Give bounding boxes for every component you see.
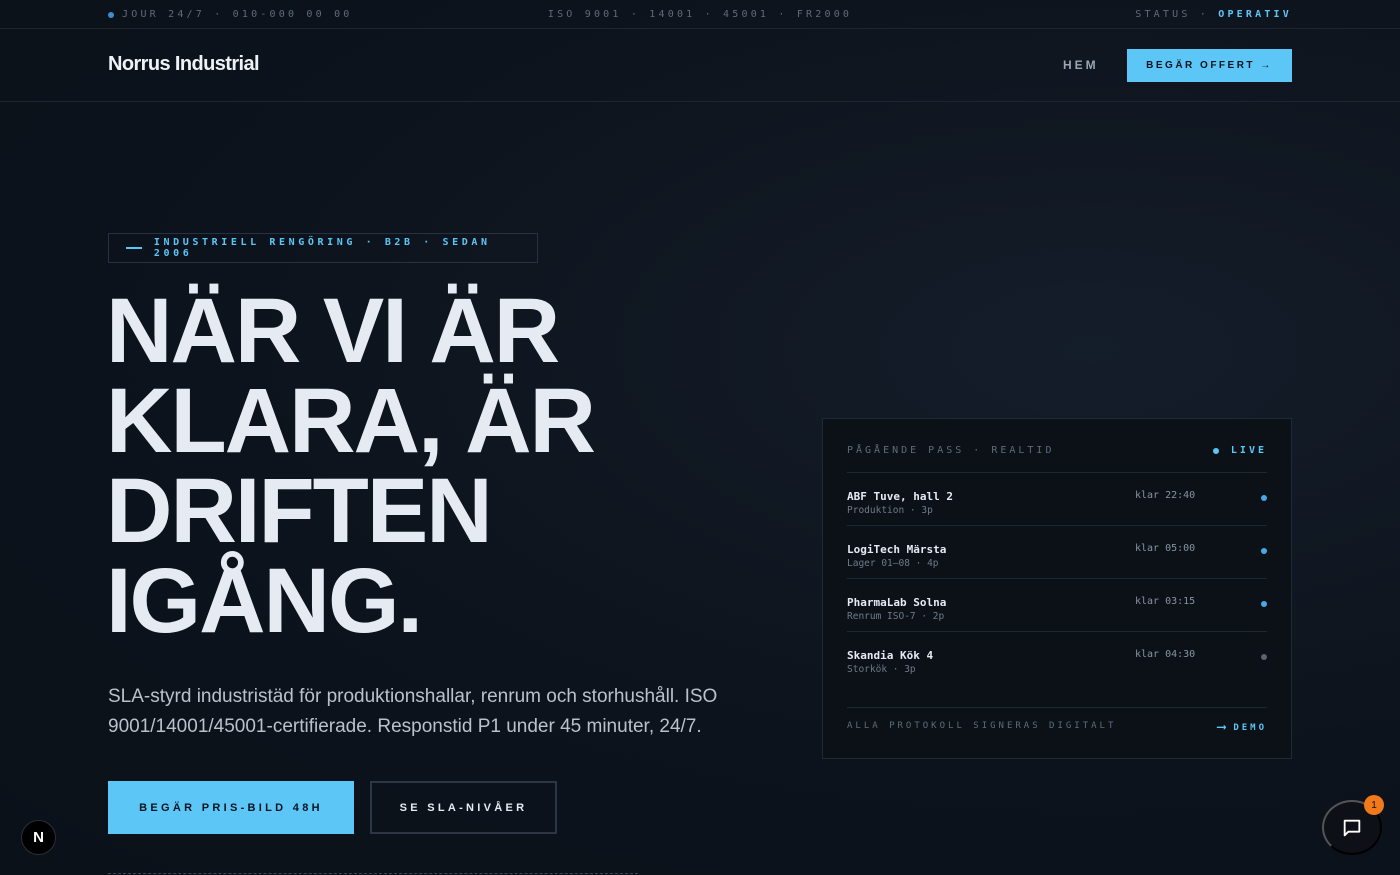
shift-name: Skandia Kök 4 [847,649,934,662]
shift-detail: Produktion · 3p [847,505,933,516]
list-item[interactable]: Skandia Kök 4 Storkök · 3p klar 04:30 [847,632,1267,685]
footer-note: ALLA PROTOKOLL SIGNERAS DIGITALT [847,721,1117,731]
status-label: STATUS · [1135,9,1209,20]
arrow-right-icon: ⟶ [1217,720,1226,735]
hero-lead: SLA-styrd industristäd för produktionsha… [108,686,718,737]
hero-headline: NÄR VI ÄR KLARA, ÄR DRIFTEN IGÅNG. [106,280,746,652]
status-dot-icon [1261,654,1267,660]
main-nav: Norrus Industrial HEM BEGÄR OFFERT → [0,29,1400,102]
shift-name: LogiTech Märsta [847,543,947,556]
list-item[interactable]: LogiTech Märsta Lager 01–08 · 4p klar 05… [847,526,1267,579]
top-status-bar: JOUR 24/7 · 010-000 00 00 ISO 9001 · 140… [0,0,1400,29]
live-dot-icon [1212,447,1219,454]
demo-label: DEMO [1233,722,1267,733]
status-dot-icon [1261,548,1267,554]
shift-time: klar 03:15 [1135,596,1196,607]
sla-levels-button[interactable]: SE SLA-NIVÅER [370,781,557,834]
shift-detail: Storkök · 3p [847,664,916,675]
shift-list: ABF Tuve, hall 2 Produktion · 3p klar 22… [847,473,1267,685]
status-dot-icon [1261,495,1267,501]
panel-footer: ALLA PROTOKOLL SIGNERAS DIGITALT ⟶ DEMO [847,707,1267,735]
n-logo-icon[interactable]: N [21,820,56,855]
status-value: OPERATIV [1218,9,1292,20]
dash-icon [126,247,142,249]
brand-logo[interactable]: Norrus Industrial [108,53,260,76]
shift-detail: Lager 01–08 · 4p [847,558,939,569]
live-shifts-panel: PÅGÅENDE PASS · REALTID LIVE ABF Tuve, h… [822,418,1292,759]
demo-link[interactable]: ⟶ DEMO [1217,720,1267,735]
shift-time: klar 22:40 [1135,490,1196,501]
request-price-button[interactable]: BEGÄR PRIS-BILD 48H [108,781,354,834]
chat-count-badge: 1 [1364,795,1384,815]
request-quote-button[interactable]: BEGÄR OFFERT → [1127,49,1292,82]
chat-icon [1343,819,1361,836]
status-dot-icon [1261,601,1267,607]
list-item[interactable]: ABF Tuve, hall 2 Produktion · 3p klar 22… [847,473,1267,526]
live-label: LIVE [1230,445,1267,456]
headline-line: DRIFTEN [106,460,493,562]
headline-line: NÄR VI ÄR [106,280,560,382]
kicker-text: INDUSTRIELL RENGÖRING · B2B · SEDAN 2006 [153,237,491,259]
headline-line: KLARA, ÄR [106,370,596,472]
hero-kicker: INDUSTRIELL RENGÖRING · B2B · SEDAN 2006 [108,233,538,263]
shift-time: klar 04:30 [1135,649,1196,660]
shift-detail: Renrum ISO-7 · 2p [847,611,945,622]
list-item[interactable]: PharmaLab Solna Renrum ISO-7 · 2p klar 0… [847,579,1267,632]
shift-name: PharmaLab Solna [847,596,947,609]
live-indicator: LIVE [1212,445,1267,456]
system-status: STATUS · OPERATIV [1135,9,1292,20]
headline-line: IGÅNG. [106,550,423,652]
shift-name: ABF Tuve, hall 2 [847,490,953,503]
panel-header: PÅGÅENDE PASS · REALTID LIVE [847,445,1267,473]
shift-time: klar 05:00 [1135,543,1196,554]
panel-title: PÅGÅENDE PASS · REALTID [847,445,1055,456]
nav-link-home[interactable]: HEM [1063,58,1099,72]
